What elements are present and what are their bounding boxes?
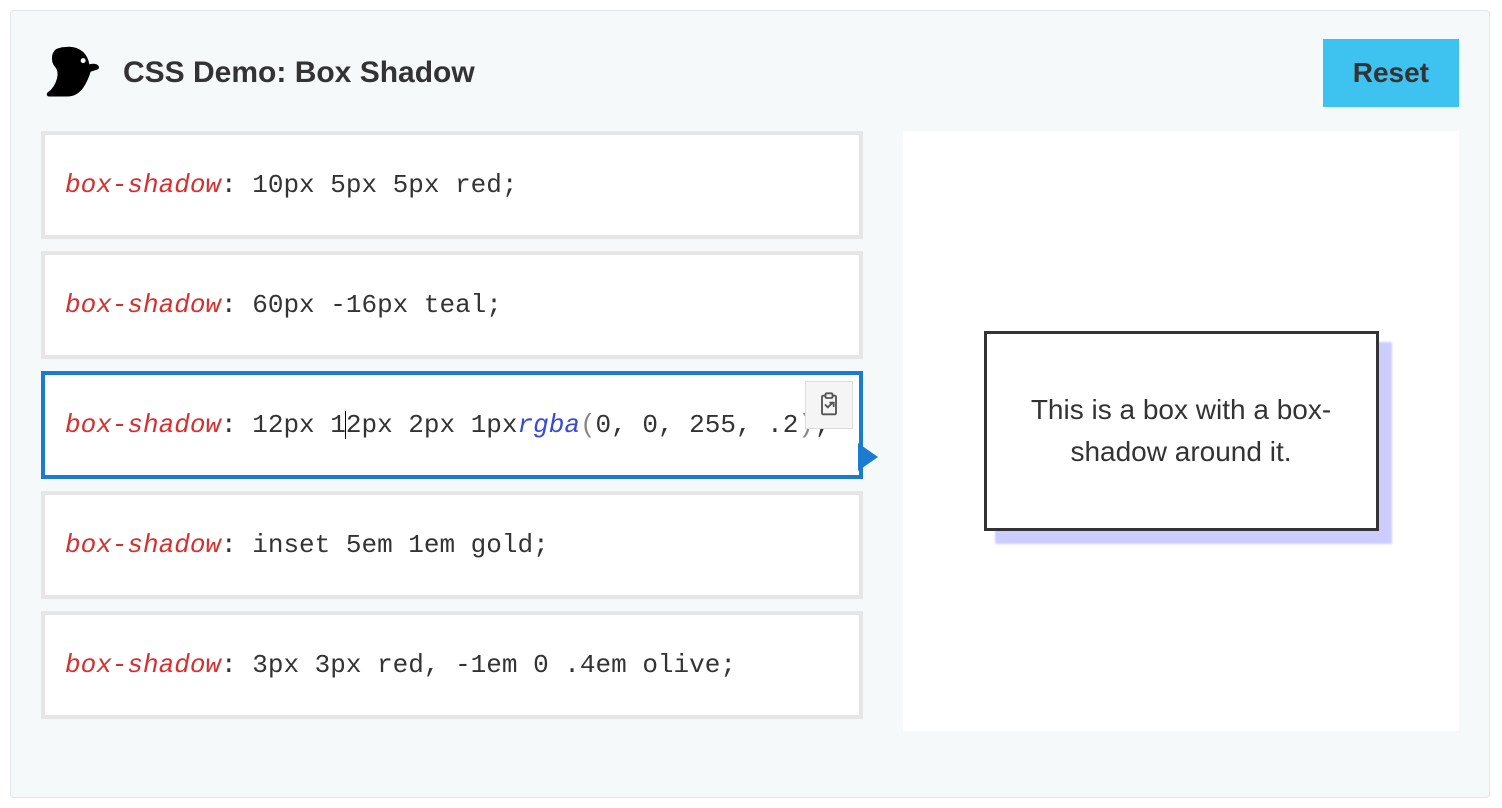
header-row: CSS Demo: Box Shadow Reset bbox=[41, 39, 1459, 107]
css-function: rgba bbox=[518, 410, 580, 440]
preview-text: This is a box with a box-shadow around i… bbox=[1007, 389, 1356, 473]
css-property: box-shadow bbox=[65, 290, 221, 320]
css-value: 60px -16px teal bbox=[252, 290, 486, 320]
code-option-5[interactable]: box-shadow: 3px 3px red, -1em 0 .4em oli… bbox=[41, 611, 863, 719]
selected-arrow-icon bbox=[857, 443, 879, 476]
css-value: 3px 3px red, -1em 0 .4em olive bbox=[252, 650, 720, 680]
css-value: inset 5em 1em gold bbox=[252, 530, 533, 560]
code-option-4[interactable]: box-shadow: inset 5em 1em gold; bbox=[41, 491, 863, 599]
reset-button[interactable]: Reset bbox=[1323, 39, 1459, 107]
title-group: CSS Demo: Box Shadow bbox=[41, 42, 475, 104]
main-area: box-shadow: 10px 5px 5px red; box-shadow… bbox=[41, 131, 1459, 731]
css-value: 10px 5px 5px red bbox=[252, 170, 502, 200]
text-caret bbox=[345, 411, 346, 439]
css-property: box-shadow bbox=[65, 650, 221, 680]
css-property: box-shadow bbox=[65, 410, 221, 440]
preview-pane: This is a box with a box-shadow around i… bbox=[903, 131, 1459, 731]
preview-box: This is a box with a box-shadow around i… bbox=[984, 331, 1379, 531]
page-title: CSS Demo: Box Shadow bbox=[123, 56, 475, 90]
dino-logo-icon bbox=[41, 42, 103, 104]
css-function-args: 0, 0, 255, .2 bbox=[596, 410, 799, 440]
code-option-2[interactable]: box-shadow: 60px -16px teal; bbox=[41, 251, 863, 359]
code-option-1[interactable]: box-shadow: 10px 5px 5px red; bbox=[41, 131, 863, 239]
code-options-column: box-shadow: 10px 5px 5px red; box-shadow… bbox=[41, 131, 863, 731]
demo-container: CSS Demo: Box Shadow Reset box-shadow: 1… bbox=[10, 10, 1490, 798]
code-option-3[interactable]: box-shadow: 12px 12px 2px 1px rgba(0, 0,… bbox=[41, 371, 863, 479]
clipboard-icon[interactable] bbox=[805, 381, 853, 429]
css-property: box-shadow bbox=[65, 530, 221, 560]
css-value-prefix: 12px 12px 2px 1px bbox=[252, 410, 517, 440]
css-property: box-shadow bbox=[65, 170, 221, 200]
